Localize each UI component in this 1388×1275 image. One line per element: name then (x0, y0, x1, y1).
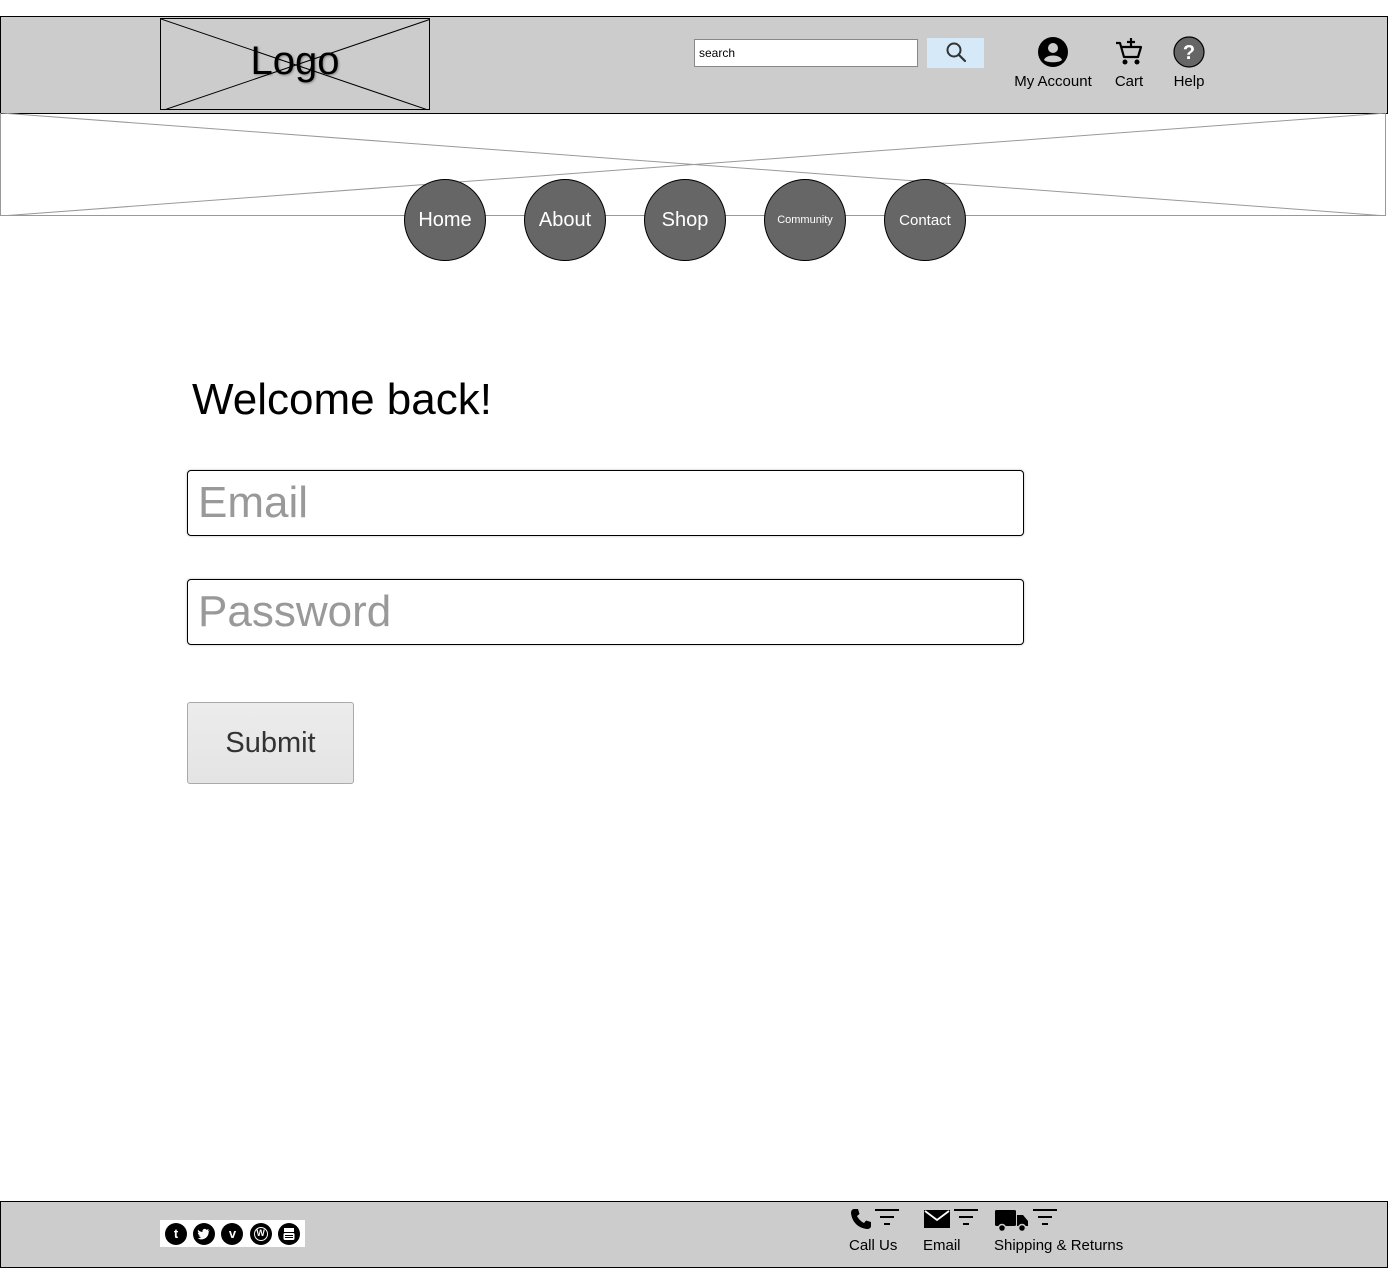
vimeo-icon[interactable]: v (221, 1222, 244, 1245)
twitter-icon[interactable] (193, 1222, 216, 1245)
cart-link[interactable]: Cart (1108, 35, 1150, 90)
cart-add-icon (1116, 38, 1143, 65)
youtube-icon[interactable] (277, 1222, 300, 1245)
nav-home[interactable]: Home (404, 179, 486, 261)
search-icon (946, 42, 966, 62)
wordpress-icon[interactable]: W (249, 1222, 272, 1245)
help-link[interactable]: ? Help (1166, 35, 1212, 90)
search-button[interactable] (927, 38, 984, 68)
nav-shop[interactable]: Shop (644, 179, 726, 261)
email-link[interactable]: Email (923, 1207, 981, 1254)
call-us-label: Call Us (849, 1237, 898, 1254)
social-links: t v W (160, 1220, 305, 1247)
cart-label: Cart (1114, 73, 1144, 90)
my-account-label: My Account (1014, 73, 1092, 90)
search-input[interactable] (694, 39, 918, 67)
question-circle-icon: ? (1173, 36, 1205, 68)
logo[interactable]: Logo (160, 18, 430, 110)
logo-text: Logo (250, 39, 340, 83)
tumblr-glyph: t (173, 1226, 179, 1241)
filter-lines-icon (954, 1209, 978, 1225)
email-label: Email (923, 1237, 961, 1254)
truck-icon (995, 1210, 1028, 1233)
shipping-returns-label: Shipping & Returns (994, 1237, 1124, 1254)
filter-lines-icon (1033, 1209, 1057, 1225)
envelope-icon (924, 1210, 950, 1228)
filter-lines-icon (875, 1209, 899, 1225)
nav-community[interactable]: Community (764, 179, 846, 261)
twitter-bird-shape (197, 1228, 211, 1239)
account-circle-icon (1038, 37, 1068, 67)
vimeo-glyph: v (228, 1226, 237, 1241)
email-field[interactable] (187, 470, 1024, 536)
svg-text:?: ? (1183, 42, 1195, 64)
wordpress-glyph: W (253, 1226, 268, 1241)
password-field[interactable] (187, 579, 1024, 645)
call-us-link[interactable]: Call Us (849, 1207, 901, 1254)
page-title: Welcome back! (192, 375, 492, 424)
shipping-returns-link[interactable]: Shipping & Returns (994, 1207, 1123, 1254)
my-account-link[interactable]: My Account (1010, 35, 1096, 90)
phone-icon (851, 1209, 871, 1229)
tumblr-icon[interactable]: t (165, 1222, 188, 1245)
nav-about[interactable]: About (524, 179, 606, 261)
nav-contact[interactable]: Contact (884, 179, 966, 261)
help-label: Help (1173, 73, 1205, 90)
submit-button[interactable]: Submit (187, 702, 354, 784)
youtube-shape (283, 1227, 295, 1240)
